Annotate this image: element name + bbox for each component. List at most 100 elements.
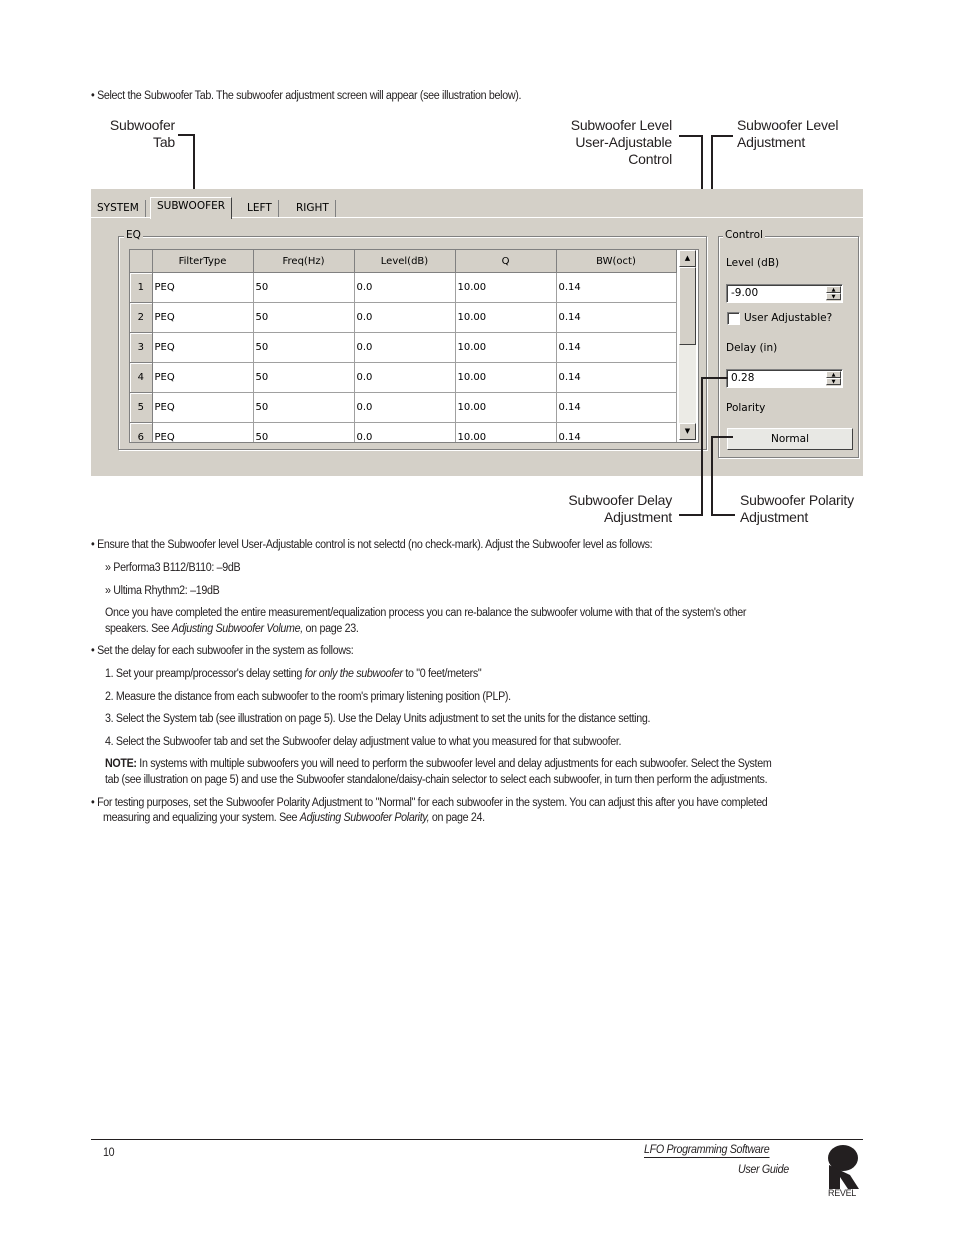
- bw-cell[interactable]: 0.14: [556, 302, 677, 333]
- leader-line: [711, 514, 735, 516]
- row-number[interactable]: 5: [130, 392, 153, 423]
- intro-bullet: • Select the Subwoofer Tab. The subwoofe…: [91, 90, 522, 102]
- bw-cell[interactable]: 0.14: [556, 332, 677, 363]
- rebalance-paragraph-line2: speakers. See Adjusting Subwoofer Volume…: [105, 623, 359, 635]
- row-number[interactable]: 4: [130, 362, 153, 393]
- q-cell[interactable]: 10.00: [455, 362, 557, 393]
- rebalance-paragraph-line1: Once you have completed the entire measu…: [105, 607, 747, 619]
- freq-cell[interactable]: 50: [253, 392, 355, 423]
- text: on page 23.: [302, 623, 359, 635]
- filter-cell[interactable]: PEQ: [152, 392, 254, 423]
- callout-delay-adjustment: Subwoofer Delay Adjustment: [540, 492, 672, 526]
- delay-step-4: 4. Select the Subwoofer tab and set the …: [105, 736, 622, 748]
- user-adjustable-label: User Adjustable?: [744, 312, 833, 324]
- leader-line: [711, 135, 733, 137]
- tab-left[interactable]: LEFT: [241, 200, 279, 217]
- delay-value: 0.28: [731, 372, 755, 384]
- spin-down-icon[interactable]: ▼: [826, 293, 841, 300]
- spin-down-icon[interactable]: ▼: [826, 378, 841, 385]
- leader-line: [701, 377, 728, 379]
- column-header[interactable]: Level(dB): [354, 250, 456, 273]
- delay-spinner[interactable]: ▲ ▼: [826, 371, 841, 386]
- footer-rule: [91, 1139, 863, 1140]
- scroll-up-button[interactable]: ▲: [679, 250, 696, 267]
- q-cell[interactable]: 10.00: [455, 332, 557, 363]
- bw-cell[interactable]: 0.14: [556, 362, 677, 393]
- row-number[interactable]: 6: [130, 422, 153, 442]
- q-cell[interactable]: 10.00: [455, 422, 557, 442]
- polarity-button[interactable]: Normal: [727, 428, 853, 450]
- freq-cell[interactable]: 50: [253, 302, 355, 333]
- text: to "0 feet/meters": [402, 668, 482, 680]
- logo-text: REVEL: [828, 1188, 857, 1198]
- level-cell[interactable]: 0.0: [354, 302, 456, 333]
- row-number[interactable]: 1: [130, 272, 153, 303]
- freq-cell[interactable]: 50: [253, 272, 355, 303]
- bullet-polarity-line2: measuring and equalizing your system. Se…: [103, 812, 485, 824]
- level-cell[interactable]: 0.0: [354, 422, 456, 442]
- callout-line: Subwoofer Delay: [568, 492, 672, 508]
- level-spinner[interactable]: ▲ ▼: [826, 286, 841, 301]
- tab-system[interactable]: SYSTEM: [91, 200, 146, 217]
- emphasis: for only the subwoofer: [304, 668, 403, 680]
- freq-cell[interactable]: 50: [253, 362, 355, 393]
- cross-reference-link[interactable]: Adjusting Subwoofer Volume,: [172, 623, 303, 635]
- filter-cell[interactable]: PEQ: [152, 422, 254, 442]
- callout-line: Subwoofer Polarity: [740, 492, 854, 508]
- table-row: 4 PEQ 50 0.0 10.00 0.14: [130, 362, 677, 393]
- page-number: 10: [103, 1147, 115, 1159]
- row-number[interactable]: 3: [130, 332, 153, 363]
- tab-right[interactable]: RIGHT: [290, 200, 336, 217]
- column-header[interactable]: Q: [455, 250, 557, 273]
- user-adjustable-checkbox[interactable]: [727, 312, 740, 325]
- filter-cell[interactable]: PEQ: [152, 362, 254, 393]
- text: 1. Set your preamp/processor's delay set…: [105, 668, 305, 680]
- polarity-label: Polarity: [726, 402, 766, 414]
- spin-up-icon[interactable]: ▲: [826, 371, 841, 378]
- control-group-label: Control: [723, 229, 765, 241]
- corner-header: [130, 250, 153, 273]
- column-header[interactable]: BW(oct): [556, 250, 677, 273]
- bullet-delay: • Set the delay for each subwoofer in th…: [91, 645, 354, 657]
- table-row: 5 PEQ 50 0.0 10.00 0.14: [130, 392, 677, 423]
- eq-table-scrollbar[interactable]: ▲ ▼: [679, 250, 696, 440]
- column-header[interactable]: FilterType: [152, 250, 254, 273]
- delay-input[interactable]: 0.28 ▲ ▼: [726, 369, 843, 388]
- level-cell[interactable]: 0.0: [354, 332, 456, 363]
- cross-reference-link[interactable]: Adjusting Subwoofer Polarity,: [300, 812, 430, 824]
- delay-step-1: 1. Set your preamp/processor's delay set…: [105, 668, 482, 680]
- callout-line: User-Adjustable: [575, 134, 672, 150]
- q-cell[interactable]: 10.00: [455, 302, 557, 333]
- column-header[interactable]: Freq(Hz): [253, 250, 355, 273]
- footer-subtitle: User Guide: [738, 1164, 789, 1176]
- level-item-ultima: » Ultima Rhythm2: –19dB: [105, 585, 220, 597]
- level-input[interactable]: -9.00 ▲ ▼: [726, 284, 843, 303]
- q-cell[interactable]: 10.00: [455, 272, 557, 303]
- subwoofer-screen: SYSTEM SUBWOOFER LEFT RIGHT EQ FilterTyp…: [91, 189, 863, 476]
- delay-step-3: 3. Select the System tab (see illustrati…: [105, 713, 651, 725]
- leader-line: [178, 134, 194, 136]
- level-cell[interactable]: 0.0: [354, 392, 456, 423]
- bw-cell[interactable]: 0.14: [556, 272, 677, 303]
- callout-subwoofer-tab: Subwoofer Tab: [100, 117, 175, 151]
- level-cell[interactable]: 0.0: [354, 362, 456, 393]
- level-label: Level (dB): [726, 257, 780, 269]
- freq-cell[interactable]: 50: [253, 422, 355, 442]
- eq-table: FilterType Freq(Hz) Level(dB) Q BW(oct) …: [129, 249, 699, 443]
- freq-cell[interactable]: 50: [253, 332, 355, 363]
- tab-subwoofer[interactable]: SUBWOOFER: [150, 197, 233, 219]
- q-cell[interactable]: 10.00: [455, 392, 557, 423]
- spin-up-icon[interactable]: ▲: [826, 286, 841, 293]
- filter-cell[interactable]: PEQ: [152, 332, 254, 363]
- row-number[interactable]: 2: [130, 302, 153, 333]
- scroll-thumb[interactable]: [679, 267, 696, 345]
- bullet-polarity-line1: • For testing purposes, set the Subwoofe…: [91, 797, 768, 809]
- scroll-down-button[interactable]: ▼: [679, 423, 696, 440]
- callout-line: Subwoofer: [109, 117, 175, 133]
- bw-cell[interactable]: 0.14: [556, 422, 677, 442]
- filter-cell[interactable]: PEQ: [152, 302, 254, 333]
- filter-cell[interactable]: PEQ: [152, 272, 254, 303]
- level-cell[interactable]: 0.0: [354, 272, 456, 303]
- eq-header-row: FilterType Freq(Hz) Level(dB) Q BW(oct): [130, 250, 677, 273]
- bw-cell[interactable]: 0.14: [556, 392, 677, 423]
